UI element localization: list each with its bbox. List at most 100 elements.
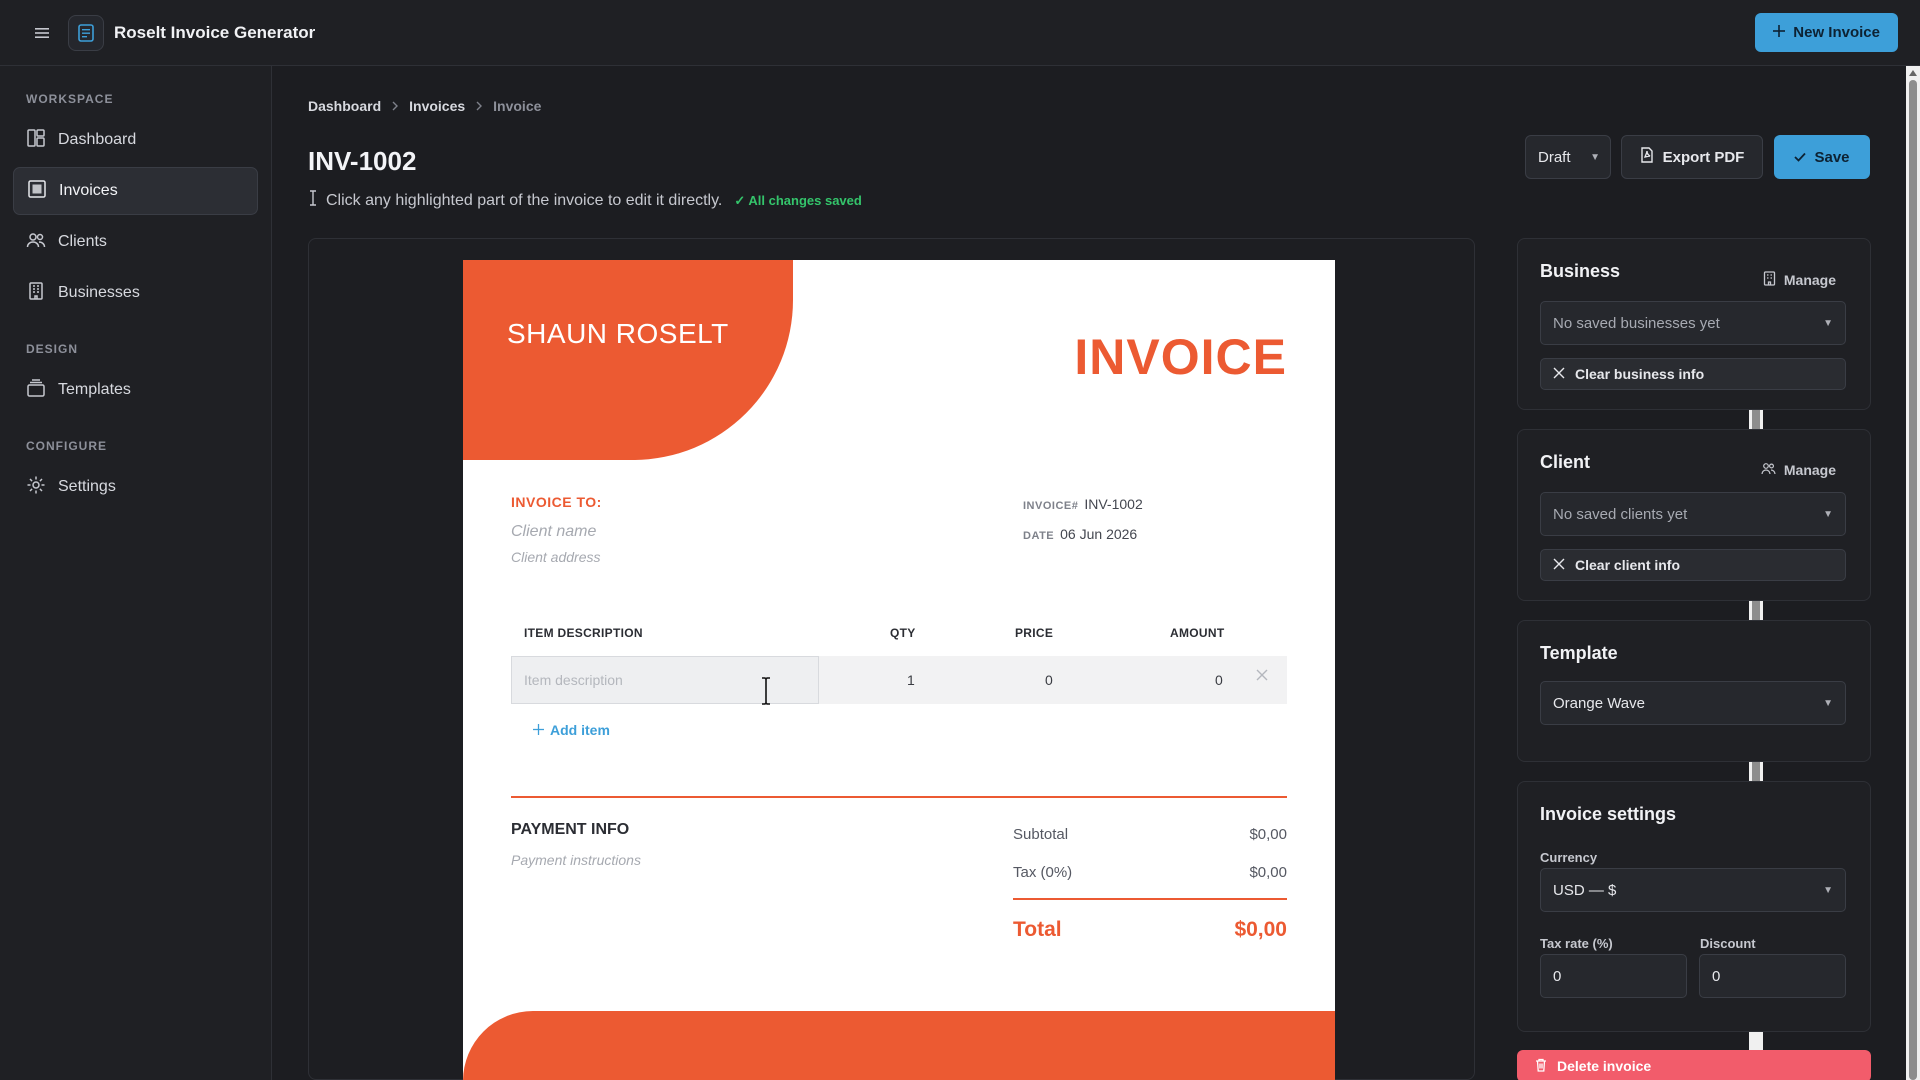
column-description: ITEM DESCRIPTION	[524, 626, 643, 640]
tax-rate-input[interactable]: 0	[1540, 954, 1687, 998]
save-label: Save	[1814, 148, 1850, 166]
sidebar-item-label: Clients	[58, 233, 107, 250]
invoice-document: SHAUN ROSELT INVOICE INVOICE TO: Client …	[463, 260, 1335, 1080]
layers-icon	[26, 378, 46, 403]
remove-item-icon[interactable]	[1255, 668, 1269, 687]
invoice-icon	[27, 179, 47, 204]
manage-businesses-button[interactable]: Manage	[1763, 271, 1836, 289]
clear-client-label: Clear client info	[1575, 557, 1681, 573]
business-panel-title: Business	[1540, 261, 1621, 281]
breadcrumb: Dashboard Invoices Invoice	[308, 98, 541, 114]
invoice-number-row: INVOICE# INV-1002	[1023, 496, 1143, 512]
caret-down-icon: ▼	[1590, 151, 1600, 163]
delete-invoice-button[interactable]: Delete invoice	[1517, 1050, 1871, 1080]
clear-client-button[interactable]: Clear client info	[1540, 549, 1846, 581]
text-cursor-icon	[308, 190, 318, 211]
client-panel: Client Manage No saved clients yet ▼ Cle…	[1517, 429, 1871, 601]
total-label: Total	[1013, 918, 1062, 941]
sidebar-section-workspace: WORKSPACE	[26, 92, 114, 106]
building-icon	[26, 281, 46, 306]
close-icon	[1553, 366, 1565, 382]
sidebar-item-settings[interactable]: Settings	[13, 463, 258, 511]
add-item-label: Add item	[550, 722, 610, 738]
subtotal-value: $0,00	[1249, 826, 1287, 843]
invoice-number-label: INVOICE#	[1023, 500, 1079, 512]
manage-clients-button[interactable]: Manage	[1761, 462, 1836, 478]
users-icon	[26, 230, 46, 255]
currency-label: Currency	[1540, 850, 1598, 865]
payment-instructions-field[interactable]: Payment instructions	[511, 852, 641, 868]
caret-down-icon: ▼	[1823, 508, 1833, 520]
export-pdf-button[interactable]: Export PDF	[1621, 135, 1763, 179]
delete-invoice-label: Delete invoice	[1557, 1058, 1652, 1074]
item-qty[interactable]: 1	[907, 672, 915, 688]
status-value: Draft	[1538, 148, 1571, 166]
sidebar-item-clients[interactable]: Clients	[13, 218, 258, 266]
breadcrumb-dashboard[interactable]: Dashboard	[308, 98, 381, 114]
client-panel-title: Client	[1540, 452, 1591, 472]
column-amount: AMOUNT	[1170, 626, 1225, 640]
close-icon	[1553, 557, 1565, 573]
item-price[interactable]: 0	[1045, 672, 1053, 688]
caret-down-icon: ▼	[1823, 317, 1833, 329]
users-icon	[1761, 462, 1776, 478]
clear-business-button[interactable]: Clear business info	[1540, 358, 1846, 390]
new-invoice-label: New Invoice	[1793, 24, 1880, 41]
template-panel-title: Template	[1540, 643, 1618, 663]
add-item-button[interactable]: Add item	[533, 722, 610, 738]
breadcrumb-invoices[interactable]: Invoices	[409, 98, 465, 114]
item-description-input[interactable]: Item description	[511, 656, 819, 704]
caret-down-icon: ▼	[1823, 697, 1833, 709]
plus-icon	[533, 722, 544, 738]
caret-down-icon: ▼	[1823, 884, 1833, 896]
item-amount: 0	[1215, 672, 1223, 688]
currency-select-value: USD — $	[1553, 881, 1617, 899]
template-select-value: Orange Wave	[1553, 694, 1645, 712]
tax-label: Tax (0%)	[1013, 864, 1073, 881]
payment-info-label: PAYMENT INFO	[511, 821, 630, 838]
sidebar: WORKSPACE Dashboard Invoices Clients Bus…	[0, 66, 272, 1080]
manage-label: Manage	[1783, 272, 1836, 288]
status-select[interactable]: Draft ▼	[1525, 135, 1611, 179]
sidebar-item-label: Templates	[58, 381, 131, 398]
sidebar-section-configure: CONFIGURE	[26, 439, 107, 453]
business-select[interactable]: No saved businesses yet ▼	[1540, 301, 1846, 345]
sidebar-item-label: Dashboard	[58, 131, 137, 148]
client-select-value: No saved clients yet	[1553, 505, 1688, 523]
business-panel: Business Manage No saved businesses yet …	[1517, 238, 1871, 410]
sidebar-item-dashboard[interactable]: Dashboard	[13, 116, 258, 164]
invoice-date-label: DATE	[1023, 530, 1055, 542]
gear-icon	[26, 475, 46, 500]
invoice-settings-panel: Invoice settings Currency USD — $ ▼ Tax …	[1517, 781, 1871, 1032]
business-select-value: No saved businesses yet	[1553, 314, 1720, 332]
discount-input[interactable]: 0	[1699, 954, 1846, 998]
sidebar-item-templates[interactable]: Templates	[13, 366, 258, 414]
window-scrollbar[interactable]	[1906, 66, 1920, 1080]
manage-label: Manage	[1783, 462, 1836, 478]
invoice-date-value[interactable]: 06 Jun 2026	[1060, 526, 1137, 542]
client-select[interactable]: No saved clients yet ▼	[1540, 492, 1846, 536]
section-divider	[511, 796, 1287, 798]
building-icon	[1763, 271, 1776, 289]
save-button[interactable]: Save	[1774, 135, 1870, 179]
menu-icon[interactable]	[28, 19, 56, 47]
dashboard-icon	[26, 128, 46, 153]
check-icon	[1794, 149, 1807, 166]
total-divider	[1013, 898, 1287, 900]
business-name[interactable]: SHAUN ROSELT	[507, 318, 729, 350]
currency-select[interactable]: USD — $ ▼	[1540, 868, 1846, 912]
sidebar-item-invoices[interactable]: Invoices	[13, 167, 258, 215]
edit-hint: Click any highlighted part of the invoic…	[308, 190, 862, 211]
sidebar-item-label: Settings	[58, 478, 116, 495]
client-name-field[interactable]: Client name	[511, 523, 596, 541]
template-select[interactable]: Orange Wave ▼	[1540, 681, 1846, 725]
sidebar-item-businesses[interactable]: Businesses	[13, 269, 258, 317]
client-address-field[interactable]: Client address	[511, 549, 601, 565]
tax-rate-label: Tax rate (%)	[1540, 936, 1613, 951]
new-invoice-button[interactable]: New Invoice	[1755, 13, 1898, 52]
invoice-number-value[interactable]: INV-1002	[1084, 496, 1142, 512]
chevron-right-icon	[475, 98, 483, 114]
file-pdf-icon	[1640, 147, 1654, 167]
app-logo-icon	[68, 14, 104, 51]
invoice-heading: INVOICE	[1074, 329, 1287, 385]
